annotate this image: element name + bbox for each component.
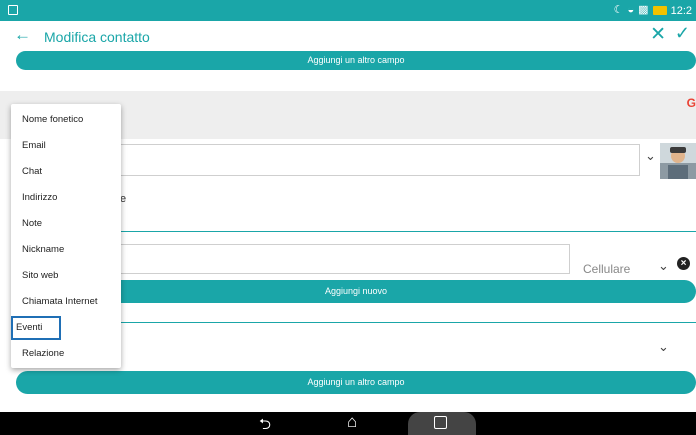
screen: ☾ ◒ ▩ 12:2 ← Modifica contatto ✕ ✓ Aggiu… bbox=[0, 0, 696, 435]
google-icon: G bbox=[686, 96, 696, 110]
menu-item-relazione[interactable]: Relazione bbox=[11, 342, 121, 366]
notification-icon bbox=[8, 5, 18, 15]
field-type-menu: Nome fonetico Email Chat Indirizzo Note … bbox=[11, 104, 121, 368]
name-input[interactable] bbox=[118, 144, 640, 176]
menu-item-indirizzo[interactable]: Indirizzo bbox=[11, 186, 121, 210]
menu-item-nickname[interactable]: Nickname bbox=[11, 238, 121, 262]
menu-item-sito-web[interactable]: Sito web bbox=[11, 264, 121, 288]
add-field-button-top[interactable]: Aggiungi un altro campo bbox=[16, 51, 696, 70]
nav-home-icon[interactable]: ⌂ bbox=[347, 412, 357, 432]
chevron-down-icon[interactable]: ⌄ bbox=[658, 339, 669, 355]
menu-item-eventi[interactable]: Eventi bbox=[11, 316, 61, 340]
nav-recent-apps-icon[interactable] bbox=[434, 416, 447, 429]
nav-back-icon[interactable]: ⮌ bbox=[259, 414, 271, 435]
navigation-bar: ⮌ ⌂ bbox=[0, 412, 696, 435]
add-field-button-top-label: Aggiungi un altro campo bbox=[307, 55, 405, 65]
phone-input[interactable] bbox=[118, 244, 570, 274]
status-bar: ☾ ◒ ▩ 12:2 bbox=[0, 0, 696, 21]
avatar[interactable] bbox=[660, 143, 696, 179]
status-icons: ☾ ◒ ▩ 12:2 bbox=[614, 3, 692, 18]
status-time: 12:2 bbox=[670, 4, 692, 17]
app-bar: ← Modifica contatto ✕ ✓ bbox=[0, 21, 696, 51]
section-divider bbox=[120, 231, 696, 232]
wifi-icon: ◒ bbox=[627, 4, 635, 16]
chevron-down-icon[interactable]: ⌄ bbox=[658, 258, 669, 274]
battery-icon bbox=[652, 6, 667, 15]
menu-item-chat[interactable]: Chat bbox=[11, 160, 121, 184]
phone-type-select[interactable]: Cellulare bbox=[583, 262, 630, 276]
chevron-down-icon[interactable]: ⌄ bbox=[645, 148, 656, 164]
signal-icon: ▩ bbox=[638, 4, 649, 16]
section-divider bbox=[120, 322, 696, 323]
add-field-button-bottom[interactable]: Aggiungi un altro campo bbox=[16, 371, 696, 394]
menu-item-email[interactable]: Email bbox=[11, 134, 121, 158]
page-title: Modifica contatto bbox=[44, 29, 150, 45]
close-icon[interactable]: ✕ bbox=[650, 23, 666, 46]
remove-field-icon[interactable]: × bbox=[677, 257, 690, 270]
menu-item-nome-fonetico[interactable]: Nome fonetico bbox=[11, 108, 121, 132]
add-field-button-bottom-label: Aggiungi un altro campo bbox=[307, 377, 405, 387]
back-arrow-icon[interactable]: ← bbox=[14, 25, 31, 45]
menu-item-chiamata-internet[interactable]: Chiamata Internet bbox=[11, 290, 121, 314]
moon-icon: ☾ bbox=[613, 4, 624, 16]
check-icon[interactable]: ✓ bbox=[675, 23, 690, 44]
menu-item-note[interactable]: Note bbox=[11, 212, 121, 236]
